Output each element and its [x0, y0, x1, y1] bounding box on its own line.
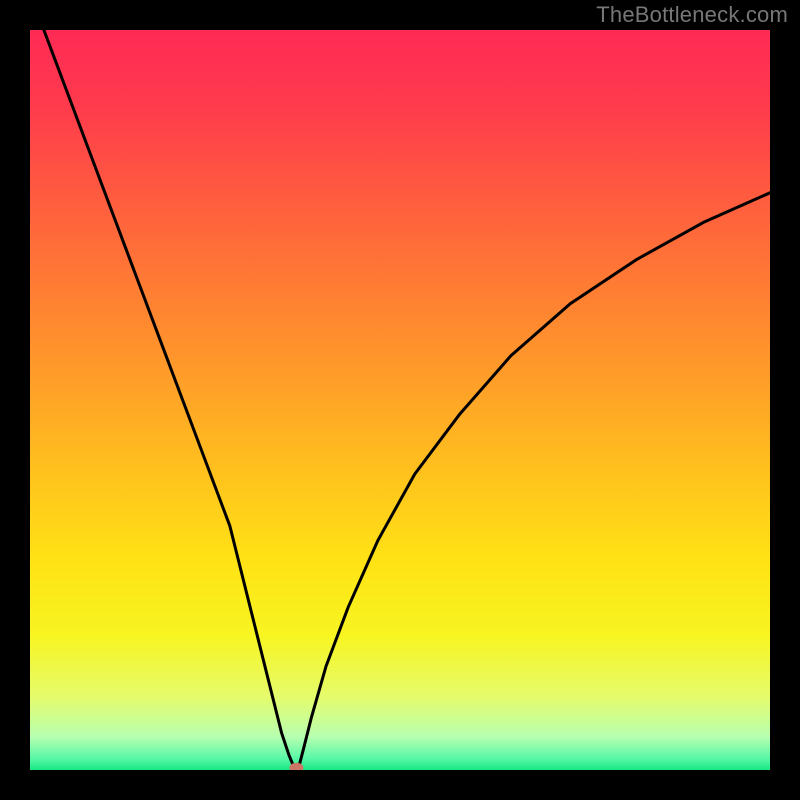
plot-area: [30, 30, 770, 770]
gradient-background: [30, 30, 770, 770]
plot-svg: [30, 30, 770, 770]
watermark-text: TheBottleneck.com: [596, 2, 788, 28]
chart-frame: TheBottleneck.com: [0, 0, 800, 800]
